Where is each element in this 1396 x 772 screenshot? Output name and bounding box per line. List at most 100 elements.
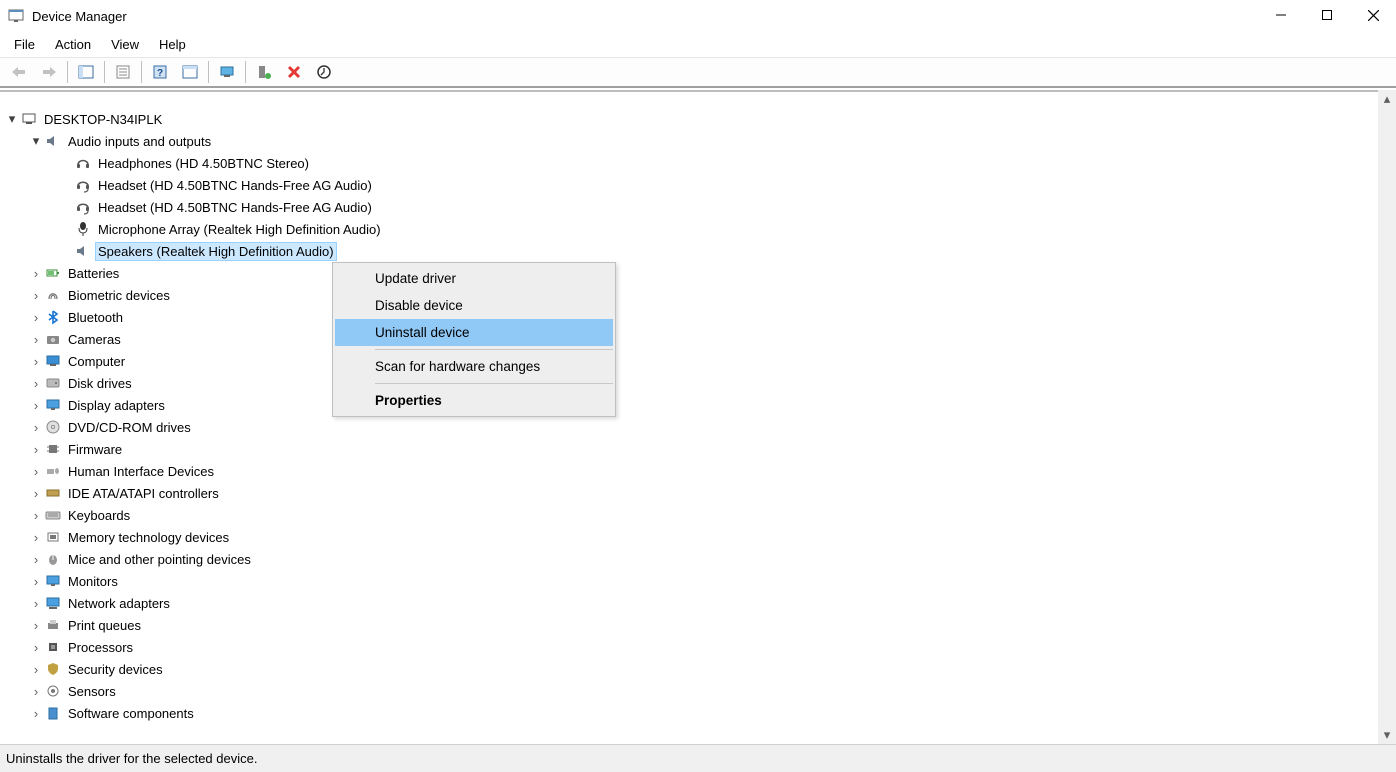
chevron-right-icon[interactable]: › — [28, 706, 44, 721]
close-button[interactable] — [1350, 0, 1396, 30]
menu-action[interactable]: Action — [45, 33, 101, 56]
chevron-right-icon[interactable]: › — [28, 266, 44, 281]
tree-label: Keyboards — [66, 507, 132, 524]
chevron-right-icon[interactable]: › — [28, 618, 44, 633]
tree-category-ide[interactable]: › IDE ATA/ATAPI controllers — [0, 482, 1378, 504]
tree-category-biometric[interactable]: › Biometric devices — [0, 284, 1378, 306]
forward-button[interactable] — [35, 60, 63, 84]
tree-category-software[interactable]: › Software components — [0, 702, 1378, 724]
chevron-right-icon[interactable]: › — [28, 288, 44, 303]
chevron-right-icon[interactable]: › — [28, 574, 44, 589]
chevron-right-icon[interactable]: › — [28, 662, 44, 677]
tree-label: Monitors — [66, 573, 120, 590]
context-separator — [375, 383, 613, 384]
tree-category-memtech[interactable]: › Memory technology devices — [0, 526, 1378, 548]
chevron-right-icon[interactable]: › — [28, 596, 44, 611]
menu-help[interactable]: Help — [149, 33, 196, 56]
context-disable-device[interactable]: Disable device — [335, 292, 613, 319]
chevron-down-icon[interactable]: ▾ — [4, 111, 20, 127]
display-adapter-icon — [44, 396, 62, 414]
chevron-right-icon[interactable]: › — [28, 354, 44, 369]
menu-file[interactable]: File — [4, 33, 45, 56]
back-button[interactable] — [5, 60, 33, 84]
chevron-right-icon[interactable]: › — [28, 398, 44, 413]
help-button[interactable]: ? — [146, 60, 174, 84]
chevron-right-icon[interactable]: › — [28, 420, 44, 435]
toolbar: ? — [0, 58, 1396, 88]
chevron-right-icon[interactable]: › — [28, 332, 44, 347]
chevron-right-icon[interactable]: › — [28, 442, 44, 457]
context-properties[interactable]: Properties — [335, 387, 613, 414]
chevron-right-icon[interactable]: › — [28, 310, 44, 325]
tree-label: Headset (HD 4.50BTNC Hands-Free AG Audio… — [96, 199, 374, 216]
tree-category-dvd[interactable]: › DVD/CD-ROM drives — [0, 416, 1378, 438]
top-border — [0, 90, 1396, 108]
tree-label: Computer — [66, 353, 127, 370]
update-driver-button[interactable] — [310, 60, 338, 84]
computer-icon — [20, 110, 38, 128]
chevron-right-icon[interactable]: › — [28, 508, 44, 523]
tree-label: Display adapters — [66, 397, 167, 414]
vertical-scrollbar[interactable]: ▴ ▾ — [1378, 90, 1396, 744]
chevron-right-icon[interactable]: › — [28, 552, 44, 567]
tree-item-headphones[interactable]: Headphones (HD 4.50BTNC Stereo) — [0, 152, 1378, 174]
chevron-right-icon[interactable]: › — [28, 640, 44, 655]
tree-category-cameras[interactable]: › Cameras — [0, 328, 1378, 350]
tree-category-security[interactable]: › Security devices — [0, 658, 1378, 680]
tree-item-speakers[interactable]: Speakers (Realtek High Definition Audio) — [0, 240, 1378, 262]
scan-hardware-button[interactable] — [213, 60, 241, 84]
tree-label: Security devices — [66, 661, 165, 678]
context-update-driver[interactable]: Update driver — [335, 265, 613, 292]
tree-category-printqueues[interactable]: › Print queues — [0, 614, 1378, 636]
tree-category-display[interactable]: › Display adapters — [0, 394, 1378, 416]
tree-label: Network adapters — [66, 595, 172, 612]
monitor-icon — [44, 352, 62, 370]
chevron-right-icon[interactable]: › — [28, 486, 44, 501]
chevron-down-icon[interactable]: ▾ — [28, 133, 44, 149]
chevron-right-icon[interactable]: › — [28, 376, 44, 391]
tree-category-monitors[interactable]: › Monitors — [0, 570, 1378, 592]
tree-label: Speakers (Realtek High Definition Audio) — [96, 243, 336, 260]
toolbar-separator — [104, 61, 105, 83]
tree-root[interactable]: ▾ DESKTOP-N34IPLK — [0, 108, 1378, 130]
minimize-button[interactable] — [1258, 0, 1304, 30]
controller-icon — [44, 484, 62, 502]
context-uninstall-device[interactable]: Uninstall device — [335, 319, 613, 346]
context-scan-hardware[interactable]: Scan for hardware changes — [335, 353, 613, 380]
chevron-right-icon[interactable]: › — [28, 684, 44, 699]
tree-category-diskdrives[interactable]: › Disk drives — [0, 372, 1378, 394]
show-hide-tree-button[interactable] — [72, 60, 100, 84]
action-toolbar-button[interactable] — [176, 60, 204, 84]
maximize-button[interactable] — [1304, 0, 1350, 30]
tree-category-network[interactable]: › Network adapters — [0, 592, 1378, 614]
tree-category-bluetooth[interactable]: › Bluetooth — [0, 306, 1378, 328]
tree-category-computer[interactable]: › Computer — [0, 350, 1378, 372]
chevron-right-icon[interactable]: › — [28, 530, 44, 545]
scroll-down-button[interactable]: ▾ — [1378, 726, 1396, 744]
disk-icon — [44, 374, 62, 392]
menubar: File Action View Help — [0, 32, 1396, 58]
hid-icon — [44, 462, 62, 480]
tree-category-audio[interactable]: ▾ Audio inputs and outputs — [0, 130, 1378, 152]
disable-device-button[interactable] — [280, 60, 308, 84]
tree-category-mice[interactable]: › Mice and other pointing devices — [0, 548, 1378, 570]
tree-category-batteries[interactable]: › Batteries — [0, 262, 1378, 284]
tree-category-processors[interactable]: › Processors — [0, 636, 1378, 658]
tree-label: Batteries — [66, 265, 121, 282]
tree-item-headset1[interactable]: Headset (HD 4.50BTNC Hands-Free AG Audio… — [0, 174, 1378, 196]
tree-item-headset2[interactable]: Headset (HD 4.50BTNC Hands-Free AG Audio… — [0, 196, 1378, 218]
tree-category-keyboards[interactable]: › Keyboards — [0, 504, 1378, 526]
tree-category-sensors[interactable]: › Sensors — [0, 680, 1378, 702]
properties-button[interactable] — [109, 60, 137, 84]
tree-category-hid[interactable]: › Human Interface Devices — [0, 460, 1378, 482]
enable-device-button[interactable] — [250, 60, 278, 84]
toolbar-separator — [245, 61, 246, 83]
device-tree[interactable]: ▾ DESKTOP-N34IPLK ▾ Audio inputs and out… — [0, 108, 1378, 744]
tree-item-microphone[interactable]: Microphone Array (Realtek High Definitio… — [0, 218, 1378, 240]
component-icon — [44, 704, 62, 722]
menu-view[interactable]: View — [101, 33, 149, 56]
chevron-right-icon[interactable]: › — [28, 464, 44, 479]
tree-category-firmware[interactable]: › Firmware — [0, 438, 1378, 460]
fingerprint-icon — [44, 286, 62, 304]
scroll-up-button[interactable]: ▴ — [1378, 90, 1396, 108]
